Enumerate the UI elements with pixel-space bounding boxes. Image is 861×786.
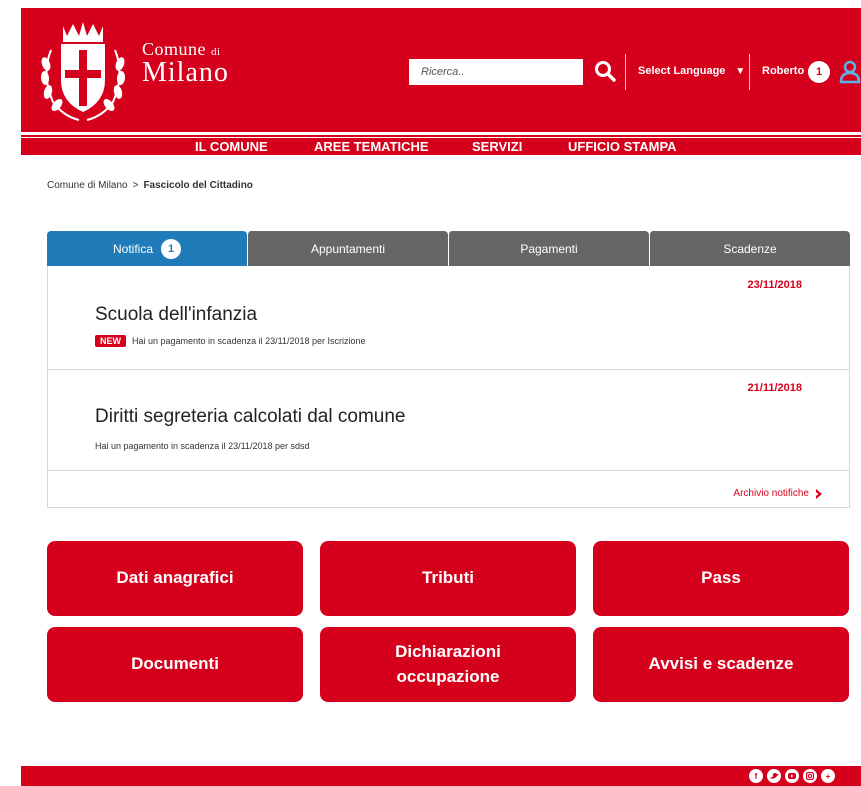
- tab-scadenze-label: Scadenze: [723, 241, 777, 256]
- nav-il-comune[interactable]: IL COMUNE: [195, 138, 268, 155]
- tab-notifica-badge: 1: [161, 238, 181, 259]
- facebook-icon[interactable]: f: [749, 769, 763, 783]
- instagram-icon[interactable]: [803, 769, 817, 783]
- plus-icon[interactable]: +: [821, 769, 835, 783]
- milano-coat-of-arms-logo[interactable]: [35, 20, 131, 124]
- language-selector[interactable]: Select Language ▼: [638, 65, 745, 77]
- tab-notifica[interactable]: Notifica 1: [47, 231, 247, 266]
- user-icon[interactable]: [839, 60, 861, 84]
- brand-comune: Comune di: [142, 39, 221, 59]
- tab-scadenze[interactable]: Scadenze: [649, 231, 850, 266]
- search-icon[interactable]: [594, 60, 616, 82]
- archive-notifications-link[interactable]: Archivio notifiche: [733, 488, 823, 499]
- tile-dichiarazioni-line2: occupazione: [396, 666, 500, 686]
- notification-title: Scuola dell'infanzia: [95, 304, 258, 325]
- notification-description-text: Hai un pagamento in scadenza il 23/11/20…: [132, 336, 366, 346]
- main-nav: IL COMUNE AREE TEMATICHE SERVIZI UFFICIO…: [21, 138, 861, 155]
- tab-appuntamenti-label: Appuntamenti: [310, 241, 386, 256]
- notification-item[interactable]: 23/11/2018 Scuola dell'infanzia NEW Hai …: [48, 266, 849, 369]
- tab-pagamenti-label: Pagamenti: [520, 241, 578, 256]
- notifications-panel: 23/11/2018 Scuola dell'infanzia NEW Hai …: [47, 266, 850, 508]
- notification-date: 23/11/2018: [747, 279, 802, 291]
- site-header: Comune di Milano Select Language ▼ Rober…: [21, 8, 861, 132]
- nav-servizi[interactable]: SERVIZI: [472, 138, 522, 155]
- nav-top-line: [21, 135, 861, 137]
- header-separator: [749, 54, 750, 90]
- user-notification-badge[interactable]: 1: [808, 61, 830, 83]
- tab-pagamenti[interactable]: Pagamenti: [448, 231, 649, 266]
- notification-description: Hai un pagamento in scadenza il 23/11/20…: [95, 441, 309, 451]
- site-footer: f +: [21, 766, 861, 786]
- header-separator: [625, 54, 626, 90]
- chevron-right-icon: [816, 488, 822, 499]
- tab-notifica-label: Notifica: [112, 241, 153, 256]
- notification-date: 21/11/2018: [747, 382, 802, 394]
- brand-milano: Milano: [142, 57, 229, 88]
- breadcrumb: Comune di Milano > Fascicolo del Cittadino: [47, 180, 253, 191]
- youtube-icon[interactable]: [785, 769, 799, 783]
- nav-aree-tematiche[interactable]: AREE TEMATICHE: [314, 138, 429, 155]
- language-label: Select Language: [638, 65, 726, 77]
- tile-avvisi-scadenze[interactable]: Avvisi e scadenze: [593, 627, 849, 702]
- notification-description-text: Hai un pagamento in scadenza il 23/11/20…: [95, 441, 310, 451]
- tile-dati-anagrafici[interactable]: Dati anagrafici: [47, 541, 303, 616]
- tab-appuntamenti[interactable]: Appuntamenti: [247, 231, 448, 266]
- chevron-down-icon: ▼: [735, 65, 746, 77]
- tab-bar: Notifica 1 Appuntamenti Pagamenti Scaden…: [47, 231, 850, 266]
- tile-tributi[interactable]: Tributi: [320, 541, 576, 616]
- breadcrumb-separator: >: [132, 180, 139, 191]
- brand-wordmark[interactable]: Comune di Milano: [142, 40, 229, 87]
- tile-documenti[interactable]: Documenti: [47, 627, 303, 702]
- tile-dichiarazioni-occupazione[interactable]: Dichiarazioni occupazione: [320, 627, 576, 702]
- notification-description: NEW Hai un pagamento in scadenza il 23/1…: [95, 335, 365, 347]
- twitter-icon[interactable]: [767, 769, 781, 783]
- notification-divider: [48, 470, 849, 471]
- breadcrumb-current: Fascicolo del Cittadino: [143, 180, 253, 191]
- tile-dichiarazioni-line1: Dichiarazioni: [395, 641, 501, 661]
- tile-pass[interactable]: Pass: [593, 541, 849, 616]
- notification-item[interactable]: 21/11/2018 Diritti segreteria calcolati …: [48, 370, 849, 470]
- archive-link-label: Archivio notifiche: [733, 488, 809, 499]
- breadcrumb-home[interactable]: Comune di Milano: [47, 180, 128, 191]
- search-input[interactable]: [409, 59, 583, 85]
- notification-title: Diritti segreteria calcolati dal comune: [95, 406, 406, 427]
- new-badge: NEW: [95, 335, 126, 347]
- user-name[interactable]: Roberto: [762, 65, 804, 77]
- nav-ufficio-stampa[interactable]: UFFICIO STAMPA: [568, 138, 677, 155]
